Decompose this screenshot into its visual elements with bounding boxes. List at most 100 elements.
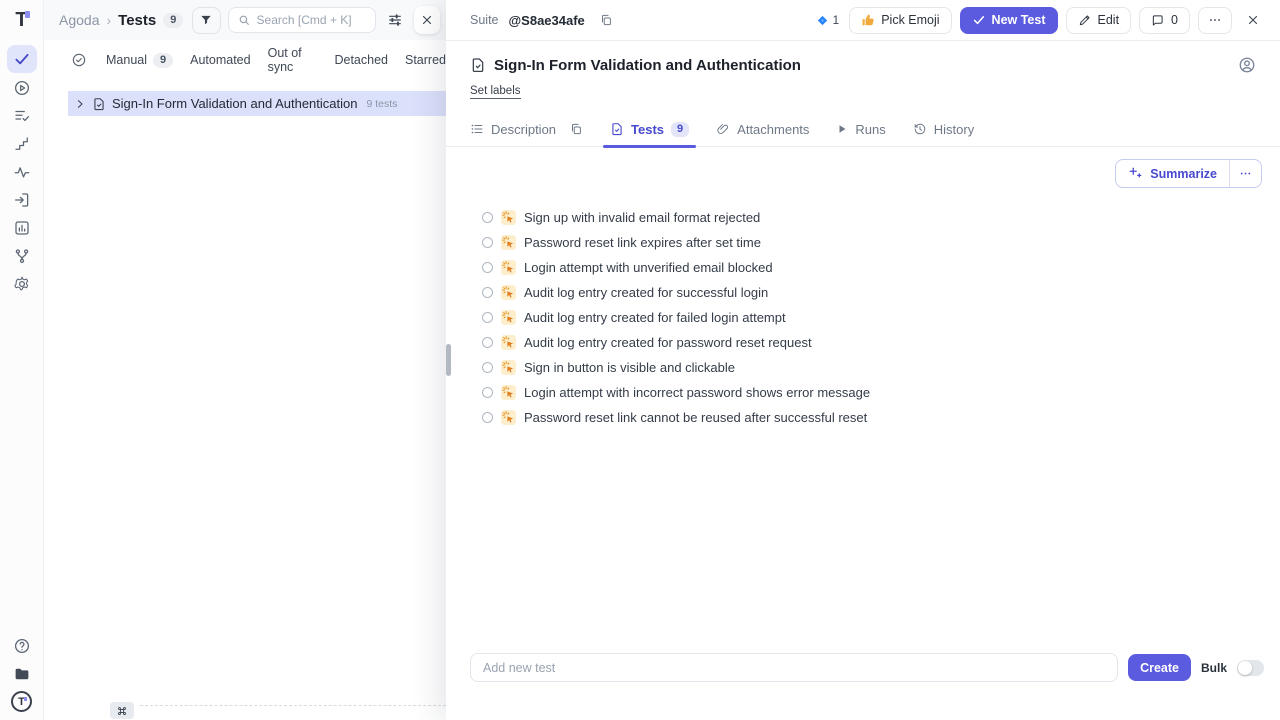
test-status-circle[interactable]: [482, 237, 493, 248]
history-clock-icon: [913, 122, 927, 136]
comments-button[interactable]: 0: [1139, 7, 1190, 34]
test-title[interactable]: Audit log entry created for password res…: [524, 335, 812, 350]
folder-icon: [13, 665, 31, 683]
test-title[interactable]: Audit log entry created for failed login…: [524, 310, 786, 325]
copy-suite-id-button[interactable]: [599, 13, 613, 27]
rail-item-pulse[interactable]: [7, 159, 37, 185]
rail-item-steps[interactable]: [7, 131, 37, 157]
list-check-icon: [13, 107, 31, 125]
test-item[interactable]: Audit log entry created for failed login…: [482, 305, 1256, 330]
test-status-circle[interactable]: [482, 262, 493, 273]
summarize-button[interactable]: Summarize: [1116, 160, 1229, 187]
edit-label: Edit: [1098, 13, 1120, 27]
test-status-circle[interactable]: [482, 337, 493, 348]
drawer-resize-handle[interactable]: [446, 344, 451, 376]
search-icon: [237, 13, 251, 27]
tab-history[interactable]: History: [913, 112, 974, 147]
test-item[interactable]: Audit log entry created for successful l…: [482, 280, 1256, 305]
manual-click-emoji-icon: [501, 260, 516, 275]
comments-count: 0: [1171, 13, 1178, 27]
test-status-circle[interactable]: [482, 287, 493, 298]
test-title[interactable]: Sign in button is visible and clickable: [524, 360, 735, 375]
drawer-close-button[interactable]: [1240, 7, 1266, 33]
breadcrumb-project[interactable]: Agoda: [59, 12, 99, 28]
tab-description[interactable]: Description: [470, 112, 583, 147]
test-title[interactable]: Login attempt with unverified email bloc…: [524, 260, 773, 275]
test-item[interactable]: Sign in button is visible and clickable: [482, 355, 1256, 380]
view-settings-button[interactable]: [383, 7, 407, 33]
close-icon: [420, 13, 434, 27]
rail-item-runs[interactable]: [7, 75, 37, 101]
test-title[interactable]: Password reset link cannot be reused aft…: [524, 410, 867, 425]
tree-row-suite[interactable]: Sign-In Form Validation and Authenticati…: [68, 91, 446, 116]
app-logo[interactable]: T: [15, 9, 27, 31]
search-box[interactable]: [228, 7, 376, 33]
summarize-more-button[interactable]: [1229, 160, 1261, 187]
test-title[interactable]: Password reset link expires after set ti…: [524, 235, 761, 250]
rail-item-settings[interactable]: [7, 271, 37, 297]
filter-funnel-button[interactable]: [192, 7, 220, 34]
filter-detached[interactable]: Detached: [334, 53, 388, 67]
command-key-badge[interactable]: [110, 702, 134, 719]
filter-detached-label: Detached: [334, 53, 388, 67]
test-status-circle[interactable]: [482, 412, 493, 423]
filter-out-of-sync[interactable]: Out of sync: [268, 46, 318, 74]
test-title[interactable]: Login attempt with incorrect password sh…: [524, 385, 870, 400]
test-item[interactable]: Password reset link expires after set ti…: [482, 230, 1256, 255]
rail-item-branches[interactable]: [7, 243, 37, 269]
create-button[interactable]: Create: [1128, 654, 1191, 681]
edit-button[interactable]: Edit: [1066, 7, 1132, 34]
filter-automated[interactable]: Automated: [190, 53, 250, 67]
filter-starred[interactable]: Starred: [405, 53, 446, 67]
tab-attachments[interactable]: Attachments: [716, 112, 809, 147]
chevron-right-icon[interactable]: [74, 98, 86, 110]
select-all-button[interactable]: [71, 52, 87, 68]
test-item[interactable]: Password reset link cannot be reused aft…: [482, 405, 1256, 430]
rail-item-projects[interactable]: [7, 661, 37, 687]
test-item[interactable]: Login attempt with incorrect password sh…: [482, 380, 1256, 405]
copy-description-button[interactable]: [569, 122, 583, 136]
tab-tests[interactable]: Tests 9: [610, 112, 689, 147]
drawer-footer: Create Bulk: [470, 653, 1264, 682]
panel-close-button[interactable]: [414, 6, 440, 34]
filter-manual[interactable]: Manual 9: [106, 53, 173, 68]
set-labels-link[interactable]: Set labels: [470, 85, 521, 99]
test-item[interactable]: Sign up with invalid email format reject…: [482, 205, 1256, 230]
test-title[interactable]: Sign up with invalid email format reject…: [524, 210, 760, 225]
test-item[interactable]: Audit log entry created for password res…: [482, 330, 1256, 355]
suite-tree-title[interactable]: Sign-In Form Validation and Authenticati…: [112, 96, 357, 111]
rail-item-import[interactable]: [7, 187, 37, 213]
rail-item-plans[interactable]: [7, 103, 37, 129]
bulk-toggle[interactable]: [1237, 660, 1264, 676]
manual-click-emoji-icon: [501, 410, 516, 425]
test-status-circle[interactable]: [482, 387, 493, 398]
sparkles-icon: [1128, 166, 1143, 181]
assignee-avatar-icon[interactable]: [1238, 56, 1256, 74]
new-test-button[interactable]: New Test: [960, 7, 1058, 34]
copy-icon: [599, 13, 613, 27]
rail-item-account-logo[interactable]: T: [11, 691, 32, 712]
test-status-circle[interactable]: [482, 212, 493, 223]
app-logo-letter: T: [15, 9, 27, 31]
rail-item-tests[interactable]: [7, 45, 37, 73]
gear-icon: [13, 275, 31, 293]
tab-attachments-label: Attachments: [737, 122, 809, 137]
test-item[interactable]: Login attempt with unverified email bloc…: [482, 255, 1256, 280]
check-icon: [13, 50, 31, 68]
jira-diamond-icon: [817, 15, 828, 26]
circle-check-icon: [71, 52, 87, 68]
jira-issues-link[interactable]: 1: [817, 13, 840, 27]
rail-item-reports[interactable]: [7, 215, 37, 241]
play-circle-icon: [13, 79, 31, 97]
breadcrumb-section[interactable]: Tests: [118, 12, 156, 29]
pick-emoji-button[interactable]: Pick Emoji: [849, 7, 951, 34]
rail-item-help[interactable]: [7, 633, 37, 659]
tab-runs[interactable]: Runs: [836, 112, 885, 147]
test-status-circle[interactable]: [482, 312, 493, 323]
add-new-test-input[interactable]: [470, 653, 1118, 682]
kebab-icon: [1239, 167, 1252, 180]
search-input[interactable]: [257, 13, 367, 27]
more-actions-button[interactable]: [1198, 7, 1232, 34]
test-title[interactable]: Audit log entry created for successful l…: [524, 285, 768, 300]
test-status-circle[interactable]: [482, 362, 493, 373]
